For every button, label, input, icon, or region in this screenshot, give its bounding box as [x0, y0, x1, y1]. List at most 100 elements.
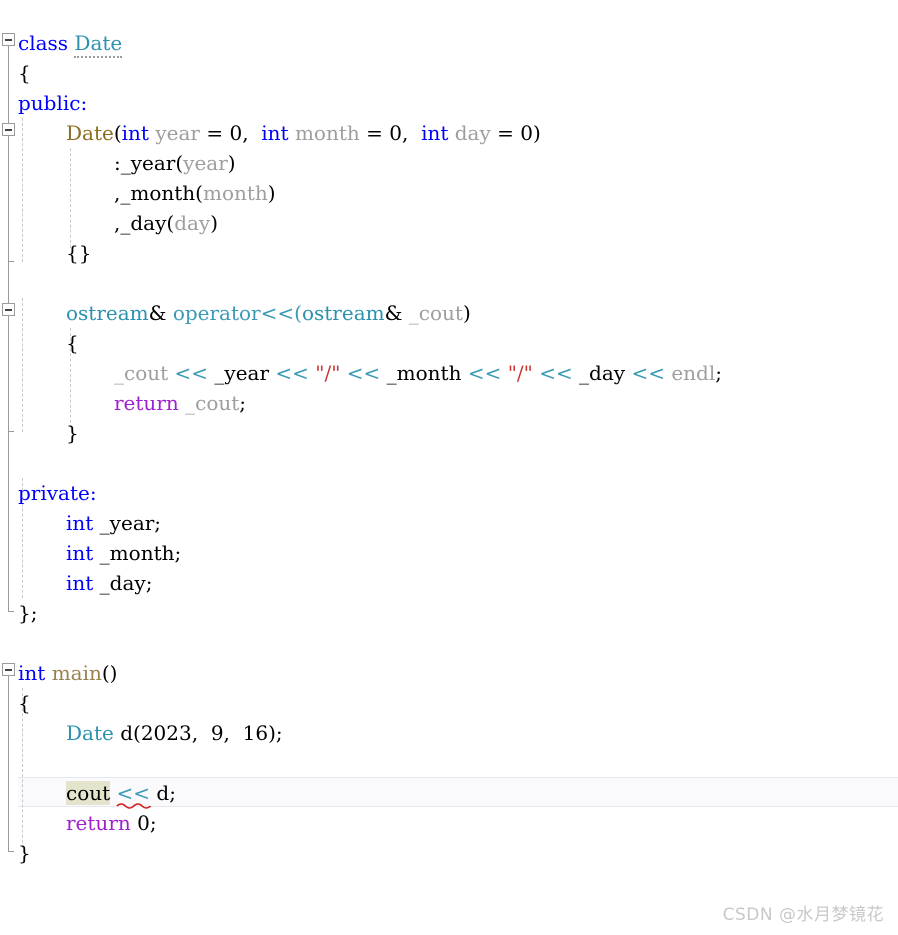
code-token: class — [18, 31, 75, 55]
fold-region-line — [8, 46, 14, 612]
code-line[interactable]: return 0; — [66, 808, 157, 838]
code-token: ( — [133, 721, 141, 745]
code-token: ostream — [66, 301, 149, 325]
code-token: ( — [195, 181, 203, 205]
code-line[interactable]: { — [18, 58, 31, 88]
code-token: ) — [267, 181, 276, 205]
code-token: _day — [572, 361, 632, 385]
code-token: _year — [208, 361, 276, 385]
code-folding-gutter[interactable] — [0, 0, 18, 880]
code-token: int — [66, 571, 94, 595]
code-token: _day; — [93, 571, 153, 595]
code-token: }; — [18, 601, 38, 625]
code-line[interactable]: int _month; — [66, 538, 181, 568]
code-line[interactable]: class Date — [18, 28, 123, 58]
code-token: ; — [239, 391, 247, 415]
indent-guide — [22, 298, 23, 432]
code-token: = — [359, 121, 390, 145]
refactor-hint-underline[interactable]: Date — [74, 31, 123, 58]
code-token: _cout — [185, 391, 240, 415]
code-line[interactable]: int _day; — [66, 568, 152, 598]
code-token: public: — [18, 91, 88, 115]
csdn-watermark: CSDN @水月梦镜花 — [722, 905, 884, 925]
code-token: Date — [74, 31, 123, 58]
code-line[interactable]: private: — [18, 478, 97, 508]
code-token: 9 — [210, 721, 224, 745]
fold-region-line — [8, 316, 14, 432]
code-token: ( — [175, 151, 184, 175]
code-token: & — [384, 301, 409, 325]
indent-guide — [22, 118, 23, 262]
code-token: :_year — [114, 151, 176, 175]
code-token: {} — [66, 241, 92, 265]
code-token: return — [66, 811, 131, 835]
code-line[interactable]: Date(int year = 0, int month = 0, int da… — [66, 118, 541, 148]
code-editor[interactable]: class Date{public: Date(int year = 0, int… — [0, 0, 898, 935]
code-line[interactable]: Date d(2023, 9, 16); — [66, 718, 283, 748]
code-token: Date — [66, 121, 114, 145]
code-token: _cout — [114, 361, 169, 385]
code-token: ; — [149, 811, 157, 835]
code-token: year — [148, 121, 200, 145]
collapse-fold-icon[interactable] — [2, 123, 15, 136]
code-token: { — [18, 61, 31, 85]
code-line[interactable]: ,_day(day) — [114, 208, 218, 238]
code-line[interactable]: {} — [66, 238, 91, 268]
code-token: _month — [380, 361, 468, 385]
code-token: { — [18, 691, 31, 715]
code-token: int — [121, 121, 149, 145]
collapse-fold-icon[interactable] — [2, 33, 15, 46]
code-token: << — [275, 361, 309, 385]
code-line[interactable]: cout << d; — [66, 778, 176, 809]
code-token: , — [223, 721, 243, 745]
code-token: 0 — [389, 121, 402, 145]
code-line[interactable]: :_year(year) — [114, 148, 236, 178]
code-token: << — [260, 301, 295, 325]
code-token: , — [242, 121, 262, 145]
code-line[interactable]: public: — [18, 88, 87, 118]
code-token: d; — [150, 781, 176, 805]
code-token: _year; — [93, 511, 162, 535]
code-token: << — [467, 361, 502, 385]
collapse-fold-icon[interactable] — [2, 663, 15, 676]
code-line[interactable]: } — [18, 838, 31, 868]
code-token: "/" — [507, 361, 533, 385]
code-line[interactable]: int _year; — [66, 508, 161, 538]
code-token: _cout — [408, 301, 463, 325]
code-token: & — [148, 301, 173, 325]
code-line[interactable]: _cout << _year << "/" << _month << "/" <… — [114, 358, 722, 388]
code-line[interactable]: { — [66, 328, 79, 358]
code-line[interactable]: return _cout; — [114, 388, 246, 418]
code-token: 0 — [520, 121, 533, 145]
fold-region-line — [8, 676, 14, 852]
code-token: operator — [172, 301, 261, 325]
code-token: = — [199, 121, 230, 145]
code-token: = — [490, 121, 521, 145]
code-line[interactable]: } — [66, 418, 79, 448]
code-token: ; — [715, 361, 722, 385]
code-line[interactable]: int main() — [18, 658, 117, 688]
code-token: 16 — [242, 721, 269, 745]
code-token: year — [183, 151, 228, 175]
code-token: main — [51, 661, 102, 685]
code-line[interactable]: ,_month(month) — [114, 178, 276, 208]
code-line[interactable]: }; — [18, 598, 37, 628]
code-token: int — [261, 121, 289, 145]
code-token: ) — [210, 211, 219, 235]
code-token: return — [114, 391, 179, 415]
code-token: 0 — [229, 121, 243, 145]
code-token: ) — [227, 151, 236, 175]
code-token: << — [346, 361, 381, 385]
code-token: ostream — [301, 301, 385, 325]
code-line[interactable]: { — [18, 688, 31, 718]
code-token: endl — [671, 361, 716, 385]
fold-region-line — [8, 136, 14, 262]
code-token: ) — [462, 301, 471, 325]
code-token: ,_month — [114, 181, 196, 205]
selected-token: cout — [66, 781, 111, 805]
code-line[interactable]: ostream& operator<<(ostream& _cout) — [66, 298, 471, 328]
collapse-fold-icon[interactable] — [2, 303, 15, 316]
code-token: { — [66, 331, 79, 355]
code-token: private: — [18, 481, 97, 505]
code-token: day — [448, 121, 491, 145]
